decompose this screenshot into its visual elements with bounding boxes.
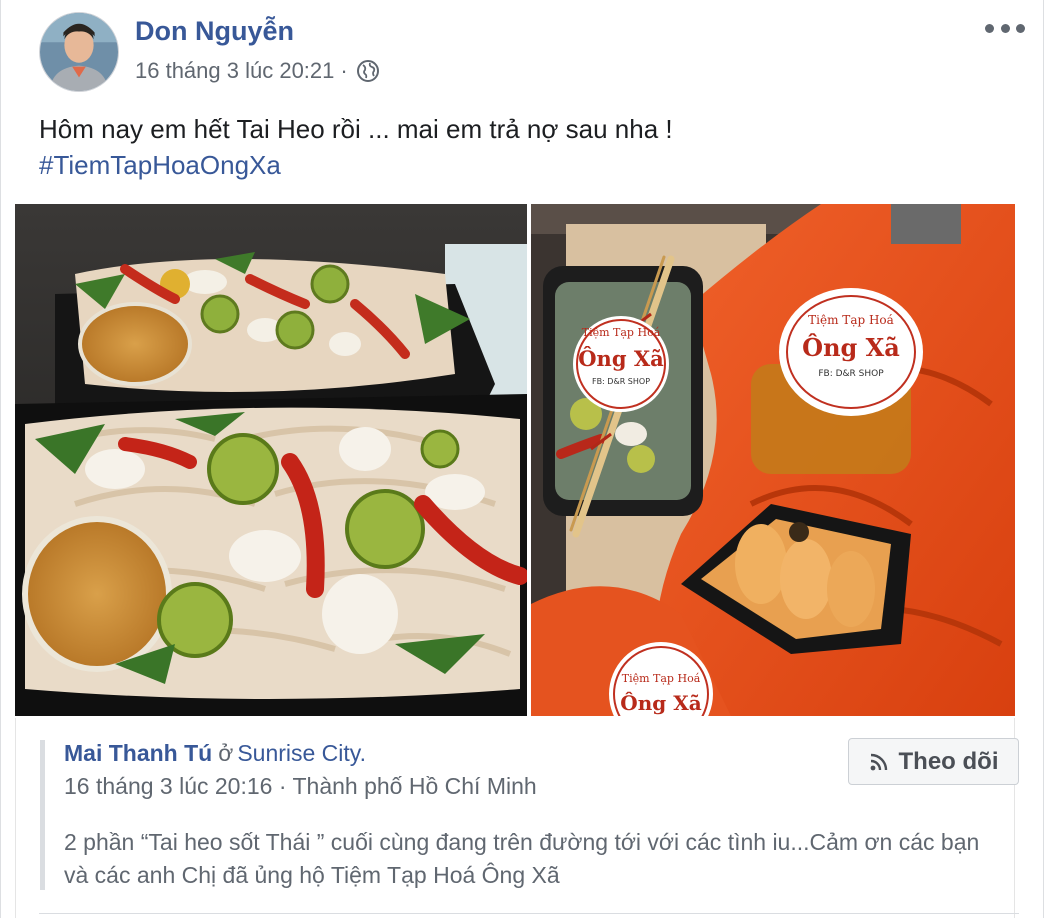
shared-place-link[interactable]: Sunrise City. [237,740,366,766]
dot [1016,23,1025,33]
label-small-line1: Tiệm Tạp Hoá [582,326,661,339]
label-jar-line1: Tiệm Tạp Hoá [808,313,894,327]
shared-at-text: ở [218,740,234,766]
rss-icon [870,753,887,770]
shared-timestamp[interactable]: 16 tháng 3 lúc 20:16 · Thành phố Hồ Chí … [64,773,537,800]
dot [1000,23,1010,33]
label-bottom-line2: Ông Xã [620,690,701,715]
shared-author-name[interactable]: Mai Thanh Tú [64,740,212,766]
post-timestamp[interactable]: 16 tháng 3 lúc 20:21 [135,58,334,84]
more-options-icon[interactable] [985,14,1025,42]
avatar-image [40,13,118,91]
dot [985,23,994,33]
label-jar-line3: FB: D&R SHOP [818,369,884,379]
author-avatar[interactable] [39,12,119,92]
post-meta: 16 tháng 3 lúc 20:21 · [135,58,380,84]
follow-button[interactable]: Theo dõi [848,738,1019,785]
photo-packaged-orders[interactable]: Tiệm Tạp Hoá Ông Xã FB: D&R SHOP Tiệm Tạ… [531,204,1015,716]
hashtag-link[interactable]: #TiemTapHoaOngXa [39,150,281,181]
shared-body-text: 2 phần “Tai heo sốt Thái ” cuối cùng đan… [64,829,980,888]
meta-separator: · [340,58,348,83]
label-bottom-line1: Tiệm Tạp Hoá [622,672,701,685]
quote-bar [40,740,45,890]
globe-icon[interactable] [356,59,380,83]
divider [39,913,1019,914]
food-photo-left [15,204,527,716]
label-small-line3: FB: D&R SHOP [592,377,650,386]
shared-post: Mai Thanh Tú ở Sunrise City. 16 tháng 3 lú… [15,718,1019,918]
post-card: Don Nguyễn 16 tháng 3 lúc 20:21 · Hôm na… [0,0,1044,918]
food-photo-right: Tiệm Tạp Hoá Ông Xã FB: D&R SHOP Tiệm Tạ… [531,204,1015,716]
post-text: Hôm nay em hết Tai Heo rồi ... mai em tr… [39,114,673,144]
photo-pork-ear-salad[interactable] [15,204,527,716]
label-jar-line2: Ông Xã [802,333,900,362]
shared-header: Mai Thanh Tú ở Sunrise City. [64,740,366,767]
label-small-line2: Ông Xã [578,346,664,371]
author-name[interactable]: Don Nguyễn [135,16,294,47]
follow-label: Theo dõi [898,747,999,775]
